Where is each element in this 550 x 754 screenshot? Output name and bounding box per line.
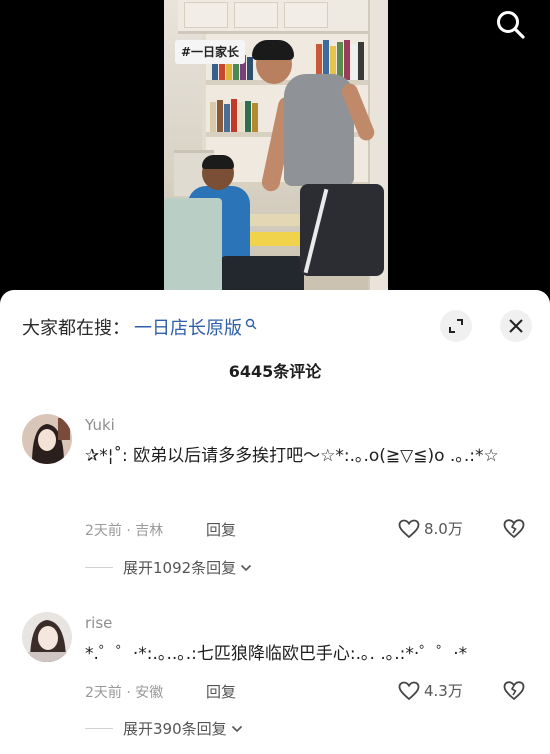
expand-icon (449, 319, 463, 333)
seated-person-hair (202, 155, 234, 169)
expand-replies-label: 展开390条回复 (123, 720, 227, 738)
cabinet-door (184, 2, 228, 28)
video-player[interactable]: #一日家长 (0, 0, 550, 300)
reply-button[interactable]: 回复 (206, 681, 236, 702)
search-button[interactable] (492, 6, 530, 44)
broken-heart-icon (503, 519, 525, 539)
reply-divider (85, 567, 113, 568)
cabinet-door (284, 2, 328, 28)
comments-sheet: 大家都在搜： 一日店长原版 6445条评论 Yuki ✰*¦˚: 欧弟以后请多多… (0, 290, 550, 754)
meta-separator: · (126, 523, 136, 539)
chevron-down-icon (231, 725, 242, 732)
desk-box (250, 232, 306, 246)
expand-sheet-button[interactable] (440, 310, 472, 342)
meta-separator: · (126, 685, 136, 701)
hashtag-tag[interactable]: #一日家长 (175, 40, 246, 64)
search-icon (497, 11, 525, 39)
close-icon (509, 319, 523, 333)
broken-heart-icon (503, 681, 525, 701)
comment-location: 安徽 (135, 685, 164, 701)
comment-meta: 2天前 · 吉林 (85, 520, 163, 540)
comment-username[interactable]: rise (85, 614, 112, 632)
comment-item: rise *.゜゜·*:.｡..｡.:七匹狼降临欧巴手心:.｡. .｡.:*·゜… (0, 612, 550, 754)
close-sheet-button[interactable] (500, 310, 532, 342)
comment-text: ✰*¦˚: 欧弟以后请多多挨打吧～☆*:.｡.o(≧▽≦)o .｡.:*☆ (85, 446, 499, 466)
chevron-down-icon (241, 564, 252, 571)
like-button[interactable]: 8.0万 (398, 518, 463, 539)
avatar-image (22, 612, 72, 662)
standing-person-shorts (300, 184, 384, 276)
heart-icon (398, 519, 420, 538)
comment-item: Yuki ✰*¦˚: 欧弟以后请多多挨打吧～☆*:.｡.o(≧▽≦)o .｡.:… (0, 414, 550, 584)
wall-cabinet (178, 0, 374, 34)
trending-search-link[interactable]: 一日店长原版 (134, 314, 242, 340)
comment-count-title: 6445条评论 (228, 362, 322, 381)
like-count: 8.0万 (424, 520, 463, 538)
expand-replies-label: 展开1092条回复 (123, 559, 237, 577)
comment-location: 吉林 (135, 523, 164, 539)
expand-replies-button[interactable]: 展开1092条回复 (85, 557, 252, 578)
comment-text: *.゜゜·*:.｡..｡.:七匹狼降临欧巴手心:.｡. .｡.:*·゜゜·* (85, 644, 468, 664)
cabinet-door (234, 2, 278, 28)
like-button[interactable]: 4.3万 (398, 680, 463, 701)
chair (164, 198, 222, 300)
trending-search-bar: 大家都在搜： 一日店长原版 (22, 314, 257, 340)
avatar[interactable] (22, 612, 72, 662)
reply-button[interactable]: 回复 (206, 519, 236, 540)
comment-time: 2天前 (85, 685, 122, 701)
dislike-button[interactable] (502, 518, 526, 540)
search-icon (245, 318, 257, 330)
expand-replies-button[interactable]: 展开390条回复 (85, 718, 243, 739)
avatar-image (22, 414, 72, 464)
avatar[interactable] (22, 414, 72, 464)
comment-username[interactable]: Yuki (85, 416, 115, 434)
like-count: 4.3万 (424, 682, 463, 700)
dislike-button[interactable] (502, 680, 526, 702)
comment-meta: 2天前 · 安徽 (85, 682, 163, 702)
standing-person-hair (252, 40, 294, 60)
comment-time: 2天前 (85, 523, 122, 539)
heart-icon (398, 681, 420, 700)
trending-search-label: 大家都在搜： (22, 318, 130, 339)
reply-divider (85, 728, 113, 729)
